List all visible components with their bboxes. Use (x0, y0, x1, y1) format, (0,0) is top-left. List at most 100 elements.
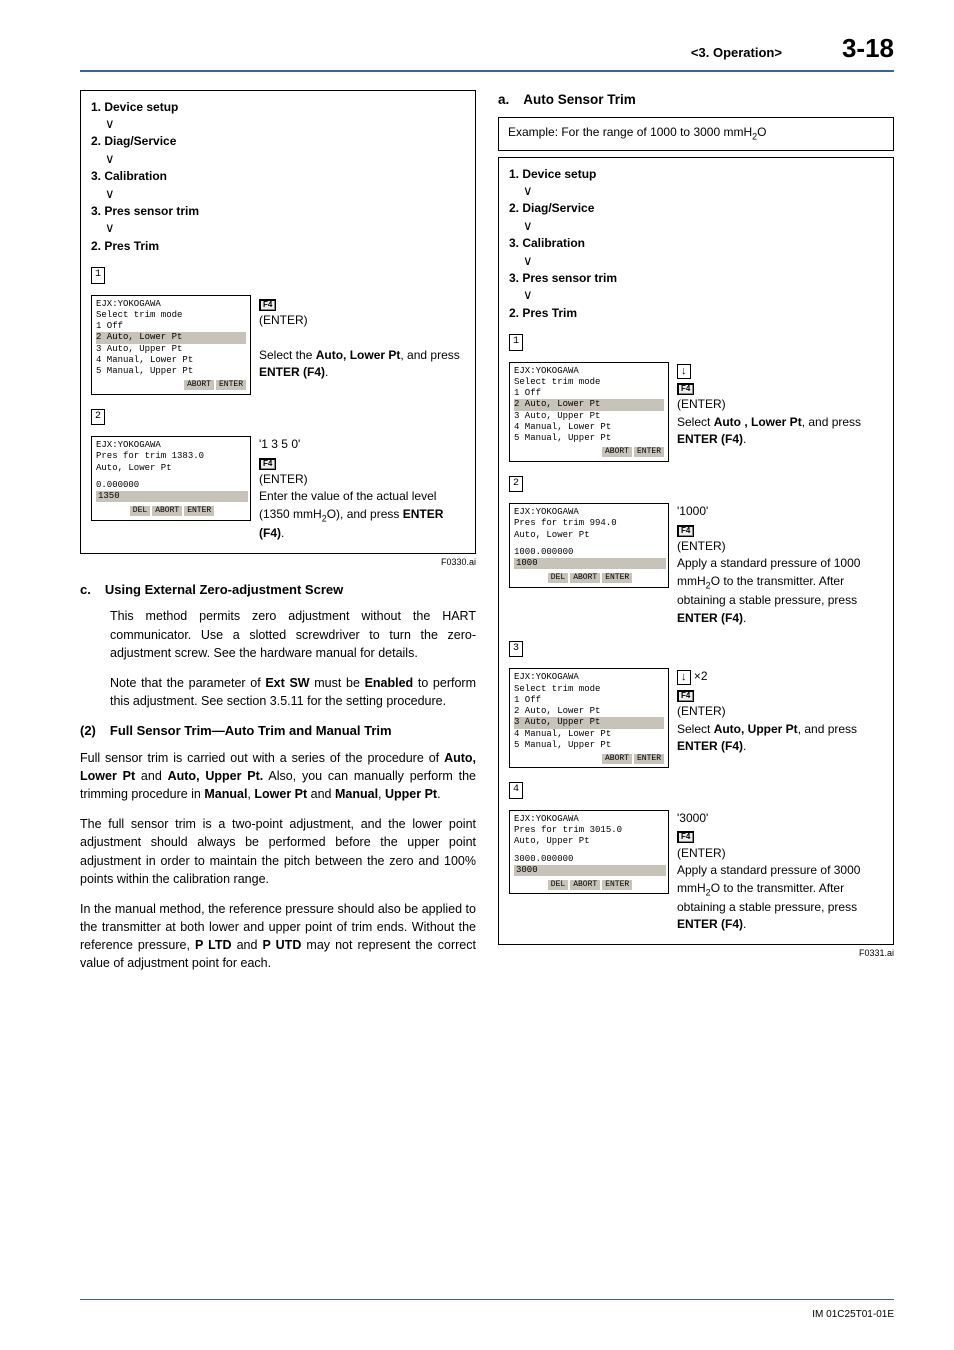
screen-line: Auto, Lower Pt (96, 463, 246, 474)
step-number: 1 (91, 267, 105, 284)
hart-screen-r1: EJX:YOKOGAWA Select trim mode 1 Off 2 Au… (509, 362, 669, 462)
screen-buttons: DELABORTENTER (514, 879, 664, 890)
paragraph: Note that the parameter of Ext SW must b… (110, 674, 476, 710)
step-description: ↓ F4 (ENTER) Select Auto , Lower Pt, and… (677, 362, 883, 449)
page-number: 3-18 (842, 30, 894, 68)
menu-item-selected: 2 Auto, Lower Pt (96, 332, 246, 343)
hart-screen-2: EJX:YOKOGAWA Pres for trim 1383.0 Auto, … (91, 436, 251, 521)
breadcrumb: 1. Device setup ∨ 2. Diag/Service ∨ 3. C… (91, 99, 465, 256)
screen-buttons: DELABORTENTER (514, 572, 664, 583)
hart-screen-r2: EJX:YOKOGAWA Pres for trim 994.0 Auto, L… (509, 503, 669, 588)
screen-line: Auto, Upper Pt (514, 836, 664, 847)
document-footer: IM 01C25T01-01E (812, 1308, 894, 1323)
step-number: 3 (509, 641, 523, 658)
menu-item: 1 Off (96, 321, 246, 332)
crumb-item: 3. Pres sensor trim (91, 204, 199, 218)
menu-item: 3 Auto, Upper Pt (514, 411, 664, 422)
example-box: Example: For the range of 1000 to 3000 m… (498, 117, 894, 150)
subsection-c-heading: c.Using External Zero-adjustment Screw (80, 581, 476, 600)
screen-title: EJX:YOKOGAWA (96, 299, 246, 310)
menu-item: 5 Manual, Upper Pt (96, 366, 246, 377)
crumb-item: 2. Diag/Service (509, 201, 594, 215)
step-number: 4 (509, 782, 523, 799)
step-number: 2 (509, 476, 523, 493)
figure-f0331: 1. Device setup∨ 2. Diag/Service∨ 3. Cal… (498, 157, 894, 945)
screen-value-orig: 3000.000000 (514, 854, 664, 865)
down-arrow-key: ↓ (677, 364, 691, 379)
screen-value-entry: 1000 (514, 558, 666, 569)
f4-keycap: F4 (677, 690, 694, 702)
hart-screen-r4: EJX:YOKOGAWA Pres for trim 3015.0 Auto, … (509, 810, 669, 895)
menu-item: 1 Off (514, 695, 664, 706)
menu-item: 2 Auto, Lower Pt (514, 706, 664, 717)
left-column: 1. Device setup ∨ 2. Diag/Service ∨ 3. C… (80, 90, 476, 985)
f4-keycap: F4 (677, 525, 694, 537)
down-arrow-key: ↓ (677, 670, 691, 685)
step-description: F4 (ENTER) Select the Auto, Lower Pt, an… (259, 295, 465, 382)
screen-title: EJX:YOKOGAWA (514, 507, 664, 518)
screen-value-orig: 0.000000 (96, 480, 246, 491)
screen-line: Pres for trim 1383.0 (96, 451, 246, 462)
menu-item-selected: 3 Auto, Upper Pt (514, 717, 664, 728)
paragraph: This method permits zero adjustment with… (110, 607, 476, 661)
f4-keycap: F4 (259, 299, 276, 311)
screen-title: EJX:YOKOGAWA (514, 814, 664, 825)
figure-id: F0331.ai (498, 947, 894, 960)
crumb-item: 1. Device setup (509, 167, 596, 181)
breadcrumb: 1. Device setup∨ 2. Diag/Service∨ 3. Cal… (509, 166, 883, 323)
screen-line: Pres for trim 3015.0 (514, 825, 664, 836)
menu-item: 3 Auto, Upper Pt (96, 344, 246, 355)
footer-rule (80, 1299, 894, 1300)
menu-item: 4 Manual, Lower Pt (514, 422, 664, 433)
step-description: '1000' F4 (ENTER) Apply a standard press… (677, 503, 883, 627)
subsection-2-heading: (2)Full Sensor Trim—Auto Trim and Manual… (80, 722, 476, 741)
hart-screen-r3: EJX:YOKOGAWA Select trim mode 1 Off 2 Au… (509, 668, 669, 768)
screen-value-entry: 3000 (514, 865, 666, 876)
screen-subtitle: Select trim mode (514, 377, 664, 388)
page-header: <3. Operation> 3-18 (80, 30, 894, 72)
screen-title: EJX:YOKOGAWA (514, 366, 664, 377)
step-description: '1 3 5 0' F4 (ENTER) Enter the value of … (259, 436, 465, 542)
screen-value-entry: 1350 (96, 491, 248, 502)
crumb-item: 2. Pres Trim (509, 306, 577, 320)
step-description: ↓ ×2 F4 (ENTER) Select Auto, Upper Pt, a… (677, 668, 883, 755)
section-title: <3. Operation> (691, 44, 782, 63)
screen-buttons: ABORTENTER (514, 446, 664, 457)
subsection-a-heading: a.Auto Sensor Trim (498, 90, 894, 110)
hart-screen-1: EJX:YOKOGAWA Select trim mode 1 Off 2 Au… (91, 295, 251, 395)
screen-line: Auto, Lower Pt (514, 530, 664, 541)
screen-subtitle: Select trim mode (514, 684, 664, 695)
screen-title: EJX:YOKOGAWA (96, 440, 246, 451)
screen-title: EJX:YOKOGAWA (514, 672, 664, 683)
menu-item: 1 Off (514, 388, 664, 399)
step-number: 2 (91, 409, 105, 426)
f4-keycap: F4 (677, 383, 694, 395)
menu-item: 5 Manual, Upper Pt (514, 740, 664, 751)
paragraph: Full sensor trim is carried out with a s… (80, 749, 476, 803)
figure-f0330: 1. Device setup ∨ 2. Diag/Service ∨ 3. C… (80, 90, 476, 554)
crumb-item: 1. Device setup (91, 100, 178, 114)
crumb-item: 3. Calibration (91, 169, 167, 183)
f4-keycap: F4 (259, 458, 276, 470)
screen-buttons: ABORTENTER (96, 379, 246, 390)
screen-value-orig: 1000.000000 (514, 547, 664, 558)
figure-id: F0330.ai (80, 556, 476, 569)
step-number: 1 (509, 334, 523, 351)
menu-item: 4 Manual, Lower Pt (514, 729, 664, 740)
screen-line: Pres for trim 994.0 (514, 518, 664, 529)
crumb-item: 2. Diag/Service (91, 134, 176, 148)
menu-item: 5 Manual, Upper Pt (514, 433, 664, 444)
step-description: '3000' F4 (ENTER) Apply a standard press… (677, 810, 883, 934)
right-column: a.Auto Sensor Trim Example: For the rang… (498, 90, 894, 985)
menu-item-selected: 2 Auto, Lower Pt (514, 399, 664, 410)
screen-subtitle: Select trim mode (96, 310, 246, 321)
crumb-item: 2. Pres Trim (91, 239, 159, 253)
crumb-item: 3. Calibration (509, 236, 585, 250)
f4-keycap: F4 (677, 831, 694, 843)
crumb-item: 3. Pres sensor trim (509, 271, 617, 285)
screen-buttons: ABORTENTER (514, 753, 664, 764)
paragraph: In the manual method, the reference pres… (80, 900, 476, 973)
paragraph: The full sensor trim is a two-point adju… (80, 815, 476, 888)
menu-item: 4 Manual, Lower Pt (96, 355, 246, 366)
screen-buttons: DELABORTENTER (96, 505, 246, 516)
